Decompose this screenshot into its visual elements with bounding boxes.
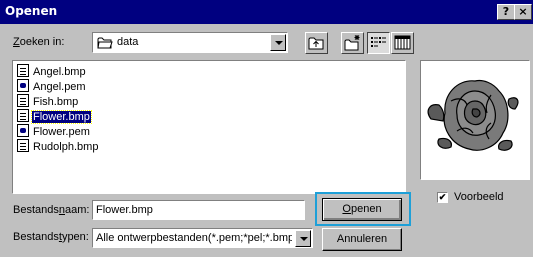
embroidery-file-icon (17, 79, 29, 92)
bitmap-file-icon (17, 64, 29, 77)
filetype-combo[interactable]: Alle ontwerpbestanden(*.pem;*pel;*.bmp;*… (92, 228, 313, 248)
cancel-button[interactable]: Annuleren (322, 228, 402, 251)
look-in-label: Zoeken in: (13, 36, 65, 48)
new-folder-icon (344, 35, 360, 51)
bitmap-file-icon (17, 94, 29, 107)
help-button[interactable]: ? (497, 4, 515, 20)
list-item[interactable]: Flower.pem (17, 124, 91, 139)
embroidery-file-icon (17, 124, 29, 137)
details-view-icon (394, 35, 411, 50)
list-item[interactable]: Angel.pem (17, 79, 87, 94)
preview-checkbox[interactable]: ✔ (437, 192, 448, 203)
details-view-button[interactable] (391, 32, 414, 54)
look-in-value: data (117, 36, 139, 48)
new-folder-button[interactable] (341, 32, 364, 54)
filetype-label: Bestandstypen: (13, 231, 89, 243)
list-item[interactable]: Rudolph.bmp (17, 139, 99, 154)
window-title: Openen (5, 4, 58, 18)
open-button[interactable]: Openen (322, 198, 402, 221)
rose-preview-image (427, 79, 519, 151)
look-in-dropdown-button[interactable] (270, 34, 286, 51)
filetype-dropdown-button[interactable] (295, 230, 311, 247)
look-in-combo[interactable]: data (92, 32, 288, 53)
filetype-value: Alle ontwerpbestanden(*.pem;*pel;*.bmp;*… (96, 232, 292, 244)
close-button[interactable]: × (514, 4, 532, 20)
title-bar: Openen ? × (0, 0, 533, 24)
bitmap-file-icon (17, 109, 29, 122)
folder-icon (97, 37, 113, 49)
filename-input[interactable]: Flower.bmp (92, 200, 305, 220)
list-view-icon (371, 37, 386, 47)
list-item[interactable]: Fish.bmp (17, 94, 79, 109)
bitmap-file-icon (17, 139, 29, 152)
preview-pane (420, 60, 530, 180)
up-folder-icon (308, 37, 324, 50)
list-item[interactable]: Angel.bmp (17, 64, 87, 79)
filename-label: Bestandsnaam: (13, 204, 90, 216)
preview-checkbox-label: Voorbeeld (454, 191, 504, 203)
list-item-selected[interactable]: Flower.bmp (17, 109, 92, 124)
up-folder-button[interactable] (305, 32, 328, 54)
filename-value: Flower.bmp (96, 204, 153, 216)
list-view-button[interactable] (367, 32, 390, 54)
file-list[interactable]: Angel.bmp Angel.pem Fish.bmp Flower.bmp … (12, 60, 406, 194)
